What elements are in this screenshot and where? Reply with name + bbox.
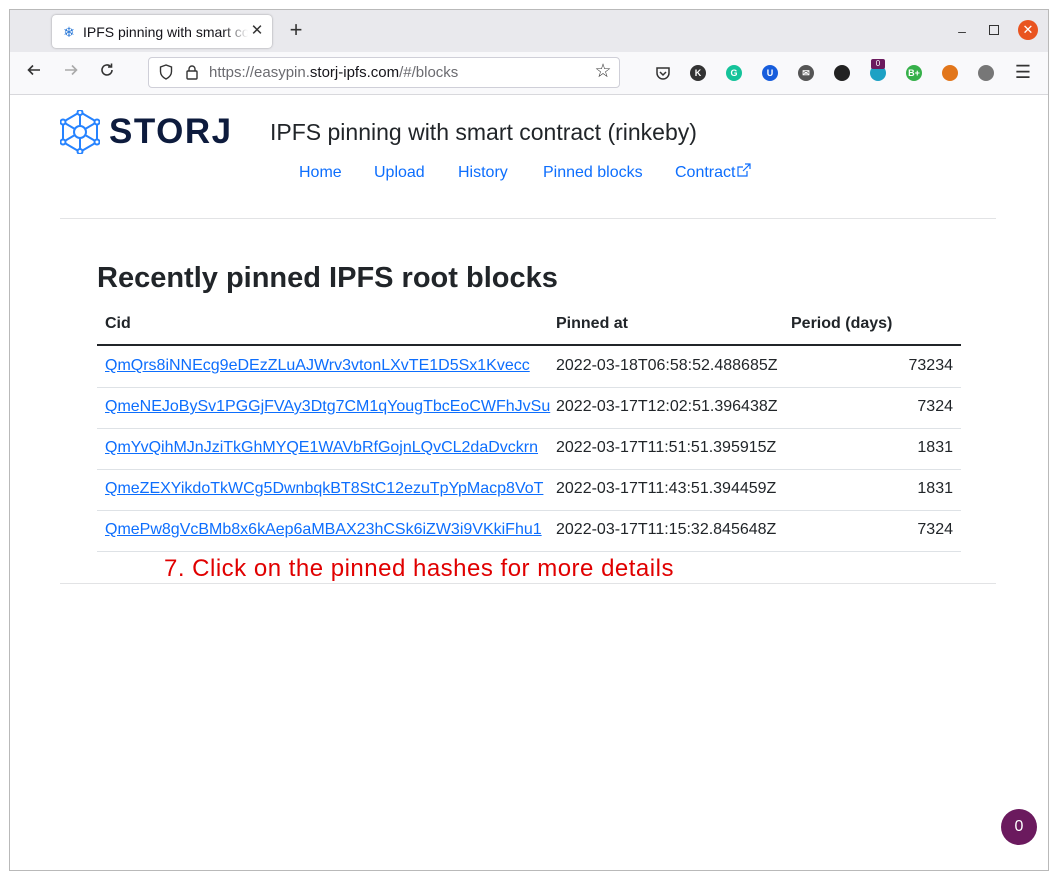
storj-favicon-icon: ❄ <box>63 24 75 40</box>
back-button[interactable] <box>23 62 45 84</box>
pinned-at-cell: 2022-03-17T11:15:32.845648Z <box>556 521 777 538</box>
browser-tab[interactable]: ❄ IPFS pinning with smart contract ✕ <box>52 15 272 48</box>
nav-upload[interactable]: Upload <box>374 163 425 183</box>
pinned-at-cell: 2022-03-17T12:02:51.396438Z <box>556 398 778 415</box>
minimize-button[interactable]: – <box>952 21 972 41</box>
column-header-period: Period (days) <box>791 315 893 332</box>
close-window-button[interactable]: ✕ <box>1018 20 1038 40</box>
browser-window: ❄ IPFS pinning with smart contract ✕ + –… <box>9 9 1049 871</box>
table-row: QmePw8gVcBMb8x6kAep6aMBAX23hCSk6iZW3i9VK… <box>97 510 961 552</box>
gnome-icon[interactable] <box>834 65 850 81</box>
reload-button[interactable] <box>96 62 118 84</box>
shield-icon[interactable] <box>159 64 173 80</box>
cid-link[interactable]: QmQrs8iNNEcg9eDEzZLuAJWrv3vtonLXvTE1D5Sx… <box>105 356 530 376</box>
url-path: /#/blocks <box>399 64 459 81</box>
nav-contract-label: Contract <box>675 164 736 181</box>
address-bar[interactable]: https://easypin.storj-ipfs.com/#/blocks … <box>148 57 620 88</box>
footer-divider <box>60 583 996 584</box>
nav-history[interactable]: History <box>458 163 508 183</box>
chat-badge-button[interactable]: 0 <box>1001 809 1037 845</box>
nav-pinned-blocks[interactable]: Pinned blocks <box>543 163 643 183</box>
maximize-button[interactable] <box>989 25 999 35</box>
cid-link[interactable]: QmeZEXYikdoTkWCg5DwnbqkBT8StC12ezuTpYpMa… <box>105 479 543 499</box>
reload-icon <box>101 63 113 76</box>
k-icon[interactable]: K <box>690 65 706 81</box>
tab-title: IPFS pinning with smart contract <box>83 24 248 40</box>
mail-icon[interactable]: ✉ <box>798 65 814 81</box>
bplus-icon[interactable]: B+ <box>906 65 922 81</box>
url-prefix: https://easypin. <box>209 64 310 81</box>
page-heading: Recently pinned IPFS root blocks <box>97 262 558 294</box>
period-cell: 73234 <box>908 357 954 374</box>
column-header-pinned-at: Pinned at <box>556 315 629 332</box>
pinned-at-cell: 2022-03-18T06:58:52.488685Z <box>556 357 778 374</box>
pocket-icon[interactable] <box>654 64 672 82</box>
hamburger-menu-icon[interactable]: ☰ <box>1014 63 1032 81</box>
table-row: QmeZEXYikdoTkWCg5DwnbqkBT8StC12ezuTpYpMa… <box>97 469 961 511</box>
lock-icon[interactable] <box>185 64 199 80</box>
forward-arrow-icon <box>65 64 78 76</box>
cid-link[interactable]: QmYvQihMJnJziTkGhMYQE1WAVbRfGojnLQvCL2da… <box>105 438 538 458</box>
period-cell: 1831 <box>917 439 953 456</box>
header-divider <box>60 218 996 219</box>
table-row: QmYvQihMJnJziTkGhMYQE1WAVbRfGojnLQvCL2da… <box>97 428 961 470</box>
external-link-icon <box>737 163 752 177</box>
grammarly-icon[interactable]: G <box>726 65 742 81</box>
cid-link[interactable]: QmePw8gVcBMb8x6kAep6aMBAX23hCSk6iZW3i9VK… <box>105 520 542 540</box>
nav-home[interactable]: Home <box>299 163 342 183</box>
url-text[interactable]: https://easypin.storj-ipfs.com/#/blocks <box>209 64 458 82</box>
close-tab-icon[interactable]: ✕ <box>248 22 266 40</box>
site-title: IPFS pinning with smart contract (rinkeb… <box>270 119 697 145</box>
cube-icon[interactable] <box>978 65 994 81</box>
pinned-at-cell: 2022-03-17T11:51:51.395915Z <box>556 439 777 456</box>
bitwarden-icon[interactable]: U <box>762 65 778 81</box>
period-cell: 7324 <box>917 521 953 538</box>
tutorial-annotation: 7. Click on the pinned hashes for more d… <box>164 555 674 582</box>
period-cell: 1831 <box>917 480 953 497</box>
nav-contract[interactable]: Contract <box>675 163 752 183</box>
table-row: QmQrs8iNNEcg9eDEzZLuAJWrv3vtonLXvTE1D5Sx… <box>97 346 961 388</box>
bookmark-star-icon[interactable]: ☆ <box>593 62 613 82</box>
url-host: storj-ipfs.com <box>309 64 400 81</box>
column-header-cid: Cid <box>105 315 131 332</box>
new-tab-button[interactable]: + <box>286 19 306 41</box>
navigation-toolbar: https://easypin.storj-ipfs.com/#/blocks … <box>10 52 1048 95</box>
table-row: QmeNEJoBySv1PGGjFVAy3Dtg7CM1qYougTbcEoCW… <box>97 387 961 429</box>
page-content: STORJ IPFS pinning with smart contract (… <box>10 95 1048 870</box>
back-arrow-icon <box>27 64 40 76</box>
cid-link[interactable]: QmeNEJoBySv1PGGjFVAy3Dtg7CM1qYougTbcEoCW… <box>105 397 550 417</box>
pinned-at-cell: 2022-03-17T11:43:51.394459Z <box>556 480 777 497</box>
metamask-icon[interactable] <box>942 65 958 81</box>
tab-bar: ❄ IPFS pinning with smart contract ✕ + –… <box>10 10 1048 52</box>
period-cell: 7324 <box>917 398 953 415</box>
storj-logo-icon <box>60 110 100 154</box>
forward-button[interactable] <box>60 62 82 84</box>
extension-count-badge: 0 <box>871 59 885 69</box>
storj-logo-text: STORJ <box>109 112 233 151</box>
